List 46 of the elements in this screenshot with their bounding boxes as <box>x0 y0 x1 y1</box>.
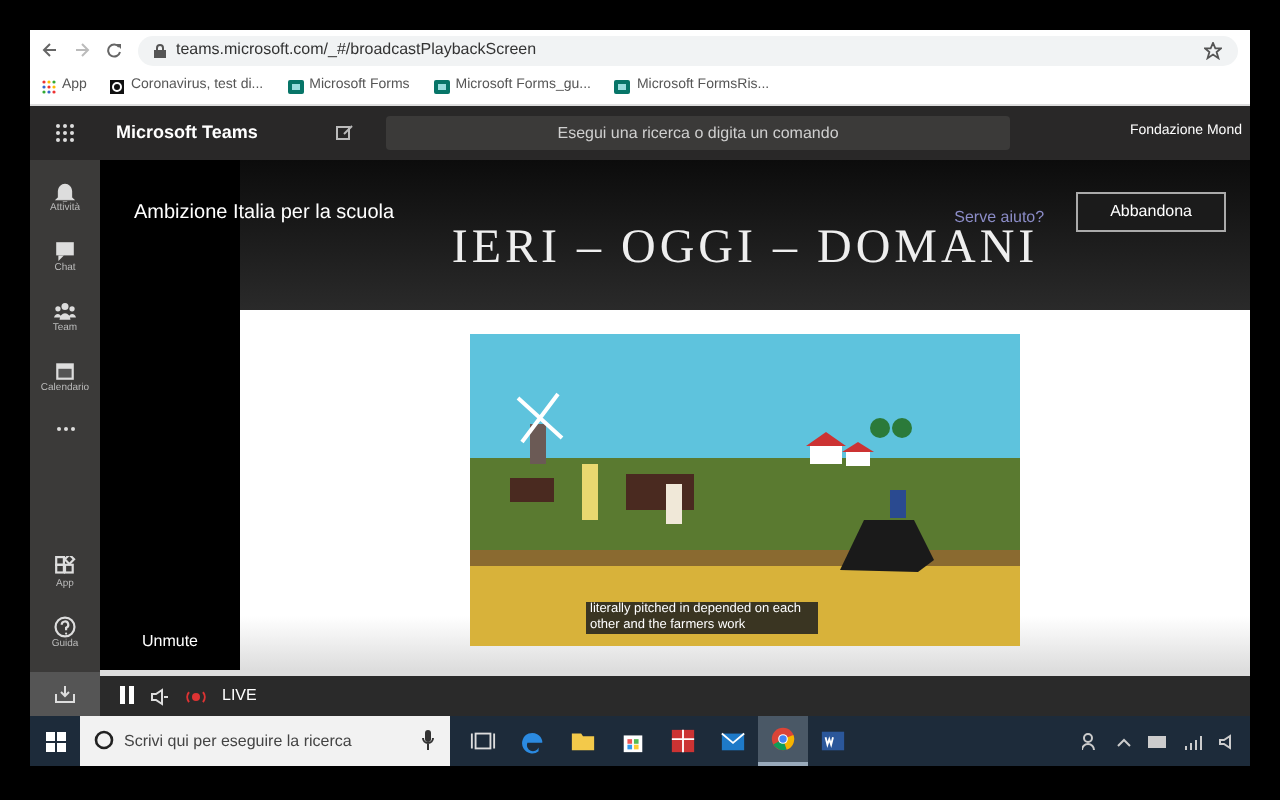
bell-icon <box>54 179 76 202</box>
app-launcher-icon[interactable] <box>56 124 74 142</box>
compose-icon[interactable] <box>336 124 354 142</box>
live-label: LIVE <box>222 684 257 708</box>
apps-grid-icon <box>42 80 56 94</box>
search-field[interactable]: Esegui una ricerca o digita un comando <box>386 116 1010 150</box>
app-name: Microsoft Teams <box>116 119 260 146</box>
leave-button[interactable]: Abbandona <box>1076 192 1226 232</box>
help-icon <box>54 615 76 638</box>
cortana-icon <box>94 730 114 750</box>
speaker-icon[interactable] <box>1218 733 1234 749</box>
address-bar[interactable]: teams.microsoft.com/_#/broadcastPlaybackScreen <box>138 35 1238 65</box>
chevron-up-icon[interactable] <box>1116 735 1132 747</box>
windows-start-icon[interactable] <box>45 731 65 751</box>
event-title: Ambizione Italia per la scuola <box>134 199 395 227</box>
edge-icon <box>520 728 546 754</box>
forms-icon <box>433 80 450 94</box>
word-icon <box>820 728 846 754</box>
gift-icon <box>670 728 696 754</box>
forms-icon <box>614 80 631 94</box>
forms-icon <box>287 80 304 94</box>
folder-icon <box>570 728 596 754</box>
live-indicator-icon <box>186 689 206 703</box>
url-text: teams.microsoft.com/_#/broadcastPlaybackScreen <box>176 38 537 62</box>
task-view-icon <box>470 728 496 754</box>
chrome-icon <box>770 726 796 752</box>
star-icon[interactable] <box>1204 41 1222 59</box>
more-icon[interactable] <box>55 425 75 431</box>
unmute-button[interactable]: Unmute <box>141 630 198 654</box>
apps-icon <box>54 555 76 578</box>
microphone-icon[interactable] <box>422 730 434 750</box>
download-icon[interactable] <box>54 684 76 704</box>
people-group-icon <box>54 299 76 322</box>
site-icon <box>110 80 125 94</box>
people-icon[interactable] <box>1082 732 1100 750</box>
taskbar-search-field[interactable]: Scrivi qui per eseguire la ricerca <box>80 716 450 766</box>
volume-icon[interactable] <box>150 687 170 705</box>
chat-icon <box>54 239 76 262</box>
pause-icon[interactable] <box>120 686 134 705</box>
network-icon[interactable] <box>1184 733 1202 749</box>
battery-icon[interactable] <box>1148 735 1168 747</box>
mail-icon <box>720 728 746 754</box>
lock-icon <box>154 43 166 57</box>
reload-icon[interactable] <box>106 42 122 58</box>
back-icon[interactable] <box>42 42 58 58</box>
calendar-icon <box>54 359 76 382</box>
